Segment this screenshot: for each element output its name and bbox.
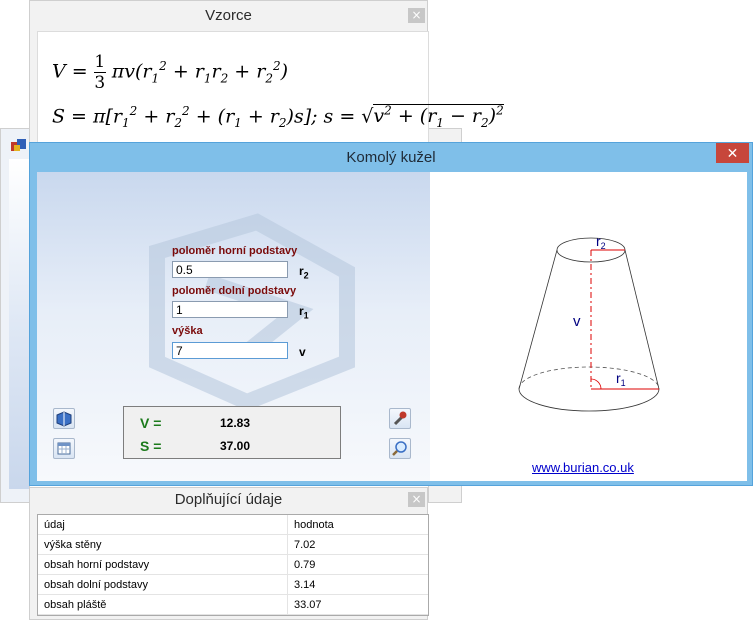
magnifier-icon [392,441,407,456]
frustum-diagram: r2 v r1 [518,233,660,412]
volume-value: 12.83 [220,416,251,430]
diagram-r1-label: r1 [616,370,626,388]
wrench-icon [393,411,407,426]
frustum-window: Komolý kužel ✕ poloměr horní podstavy r2… [29,142,753,486]
settings-button[interactable] [389,408,411,429]
book-icon [56,411,72,427]
row-label: obsah dolní podstavy [44,579,148,591]
r2-label: poloměr horní podstavy [172,245,298,257]
results-box: V = 12.83 S = 37.00 [123,406,341,459]
r2-unit: r2 [299,264,309,281]
column-header-item[interactable]: údaj [44,519,65,531]
formulas-window-title: Vzorce [205,7,252,24]
frustum-window-title: Komolý kužel [346,149,436,166]
r1-input[interactable] [172,301,288,318]
row-label: výška stěny [44,539,102,551]
row-label: obsah pláště [44,599,107,611]
data-table-button[interactable] [53,438,75,459]
formulas-content: V = 13 πv(r12 + r1r2 + r22) S = π[r12 + … [37,31,504,148]
surface-value: 37.00 [220,439,251,453]
additional-data-close-button[interactable]: × [408,492,425,507]
height-input[interactable] [172,342,288,359]
surface-formula: S = π[r12 + r22 + (r1 + r2)s]; s = √v2 +… [52,104,504,131]
table-header: údaj hodnota [38,515,428,535]
data-table: údaj hodnota výška stěny 7.02 obsah horn… [37,514,429,616]
website-link[interactable]: www.burian.co.uk [532,460,634,475]
diagram-height-label: v [573,313,581,330]
formulas-window: Vzorce × V = 13 πv(r12 + r1r2 + r22) S =… [29,0,504,148]
diagram-r2-label: r2 [596,233,606,251]
diagram-panel: r2 v r1 www.burian.co.uk [430,172,747,481]
volume-formula: V = 13 πv(r12 + r1r2 + r22) [52,52,289,93]
frustum-close-button[interactable]: ✕ [716,143,749,163]
background-window-strip [9,159,29,489]
volume-label: V = [140,415,162,431]
row-value: 7.02 [294,539,316,551]
r1-label: poloměr dolní podstavy [172,285,297,297]
additional-data-title: Doplňující údaje [174,491,283,508]
row-value: 3.14 [294,579,316,591]
table-row[interactable]: obsah pláště 33.07 [38,595,428,615]
additional-data-window: Doplňující údaje × údaj hodnota výška st… [29,487,429,620]
formulas-button[interactable] [53,408,75,429]
row-value: 0.79 [294,559,316,571]
background-window-left [0,128,30,503]
input-panel: poloměr horní podstavy r2 poloměr dolní … [37,172,430,481]
calculator-icon [57,442,71,455]
r2-input[interactable] [172,261,288,278]
height-label: výška [172,325,203,337]
zoom-button[interactable] [389,438,411,459]
row-label: obsah horní podstavy [44,559,150,571]
row-value: 33.07 [294,599,322,611]
table-row[interactable]: výška stěny 7.02 [38,535,428,555]
formulas-close-button[interactable]: × [408,8,425,23]
app-cube-icon [11,139,26,151]
table-row[interactable]: obsah horní podstavy 0.79 [38,555,428,575]
r1-unit: r1 [299,304,309,321]
height-unit: v [299,345,306,359]
table-row[interactable]: obsah dolní podstavy 3.14 [38,575,428,595]
surface-label: S = [140,438,162,454]
column-header-value[interactable]: hodnota [294,519,334,531]
